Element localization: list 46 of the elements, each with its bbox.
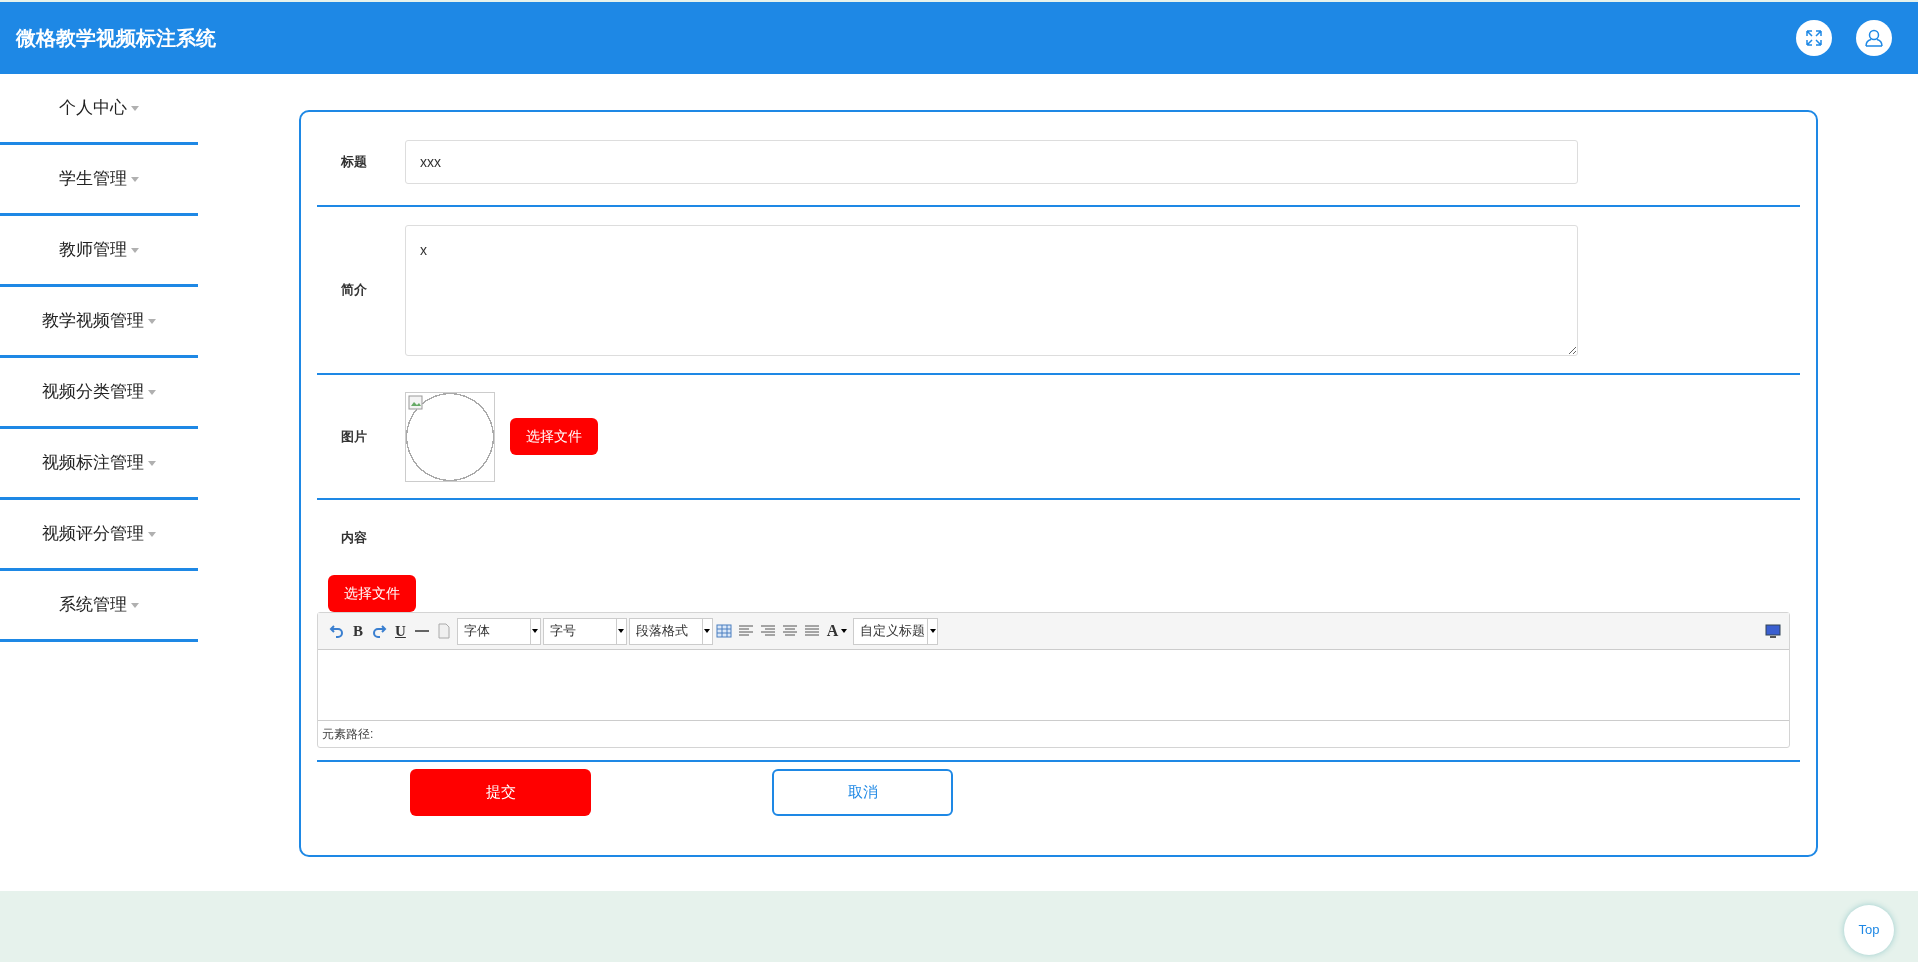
- broken-image-icon: [408, 394, 424, 411]
- field-label: 简介: [340, 281, 368, 300]
- app-title: 微格教学视频标注系统: [16, 26, 216, 51]
- title-input[interactable]: xxx: [405, 139, 1578, 184]
- align-left-icon[interactable]: [737, 623, 754, 639]
- caret-icon: [131, 105, 139, 111]
- expand-icon: [1805, 29, 1823, 47]
- cancel-button[interactable]: 取消: [772, 768, 953, 816]
- toolbar-select[interactable]: 自定义标题: [853, 617, 939, 645]
- back-to-top-button[interactable]: Top: [1844, 905, 1894, 955]
- field-label: 标题: [340, 152, 368, 171]
- caret-icon: [148, 318, 156, 324]
- caret-icon: [841, 629, 848, 633]
- align-right-icon[interactable]: [759, 623, 776, 639]
- monitor-icon[interactable]: [1765, 624, 1781, 638]
- align-center-icon[interactable]: [781, 623, 798, 639]
- caret-icon: [131, 247, 139, 253]
- caret-icon: [618, 629, 625, 633]
- bold-button[interactable]: B: [353, 619, 363, 643]
- underline-button[interactable]: U: [395, 619, 406, 643]
- choose-file-button[interactable]: 选择文件: [510, 418, 598, 455]
- caret-icon: [148, 389, 156, 395]
- field-label: 内容: [340, 528, 367, 547]
- caret-icon: [148, 531, 156, 537]
- element-path-label: 元素路径:: [322, 726, 374, 743]
- toolbar-select[interactable]: 字号: [542, 617, 627, 645]
- user-button[interactable]: [1856, 20, 1892, 56]
- caret-icon: [929, 629, 936, 633]
- user-icon: [1864, 28, 1884, 48]
- toolbar-select[interactable]: 段落格式: [628, 617, 713, 645]
- caret-icon: [532, 629, 539, 633]
- caret-icon: [148, 460, 156, 466]
- caret-icon: [704, 629, 711, 633]
- fullscreen-button[interactable]: [1796, 20, 1832, 56]
- caret-icon: [131, 176, 139, 182]
- justify-icon[interactable]: [803, 623, 820, 639]
- choose-file-button[interactable]: 选择文件: [328, 575, 416, 612]
- intro-textarea[interactable]: x: [405, 224, 1578, 356]
- field-label: 图片: [340, 427, 368, 446]
- font-color-button[interactable]: A: [826, 619, 848, 643]
- undo-icon[interactable]: [329, 623, 345, 639]
- table-icon[interactable]: [715, 623, 732, 639]
- toolbar-select[interactable]: 字体: [456, 617, 541, 645]
- redo-icon[interactable]: [371, 623, 387, 639]
- submit-button[interactable]: 提交: [410, 768, 591, 816]
- caret-icon: [131, 602, 139, 608]
